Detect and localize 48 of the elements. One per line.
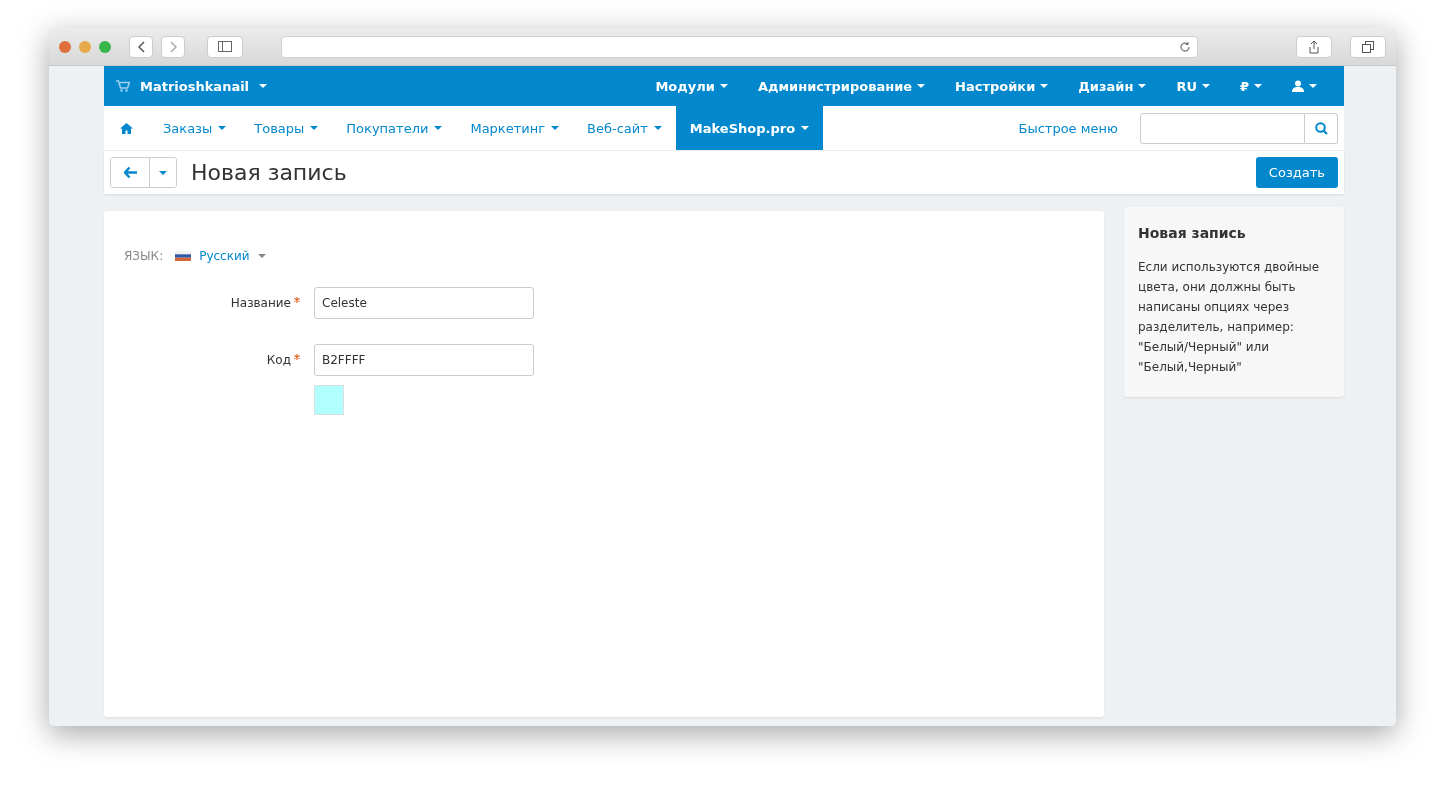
close-icon[interactable] — [59, 40, 71, 53]
top-menu-item[interactable]: ₽ — [1224, 78, 1277, 94]
cart-icon — [116, 80, 130, 92]
input-field[interactable]: B2FFFF — [314, 344, 534, 376]
nav-tab[interactable]: MakeShop.pro — [675, 106, 824, 150]
input-field[interactable]: Celeste — [314, 287, 534, 319]
nav-tab[interactable]: Товары — [240, 106, 333, 150]
back-button[interactable] — [111, 158, 150, 187]
user-icon — [1292, 80, 1304, 92]
top-menu-item[interactable]: Дизайн — [1063, 78, 1162, 94]
top-menu-item[interactable]: Администрирование — [742, 78, 941, 94]
color-swatch — [314, 385, 344, 415]
field-label: Код — [265, 353, 292, 367]
language-label: ЯЗЫК: — [124, 249, 164, 263]
quick-menu-link[interactable]: Быстрое меню — [1018, 120, 1118, 136]
field-label: Название — [229, 296, 292, 310]
nav-tab[interactable]: Покупатели — [332, 106, 457, 150]
tabs-button[interactable] — [1350, 35, 1386, 58]
home-icon — [120, 122, 133, 134]
chevron-right-icon — [169, 40, 177, 53]
chevron-left-icon — [137, 40, 145, 53]
search-button[interactable] — [1305, 112, 1338, 144]
top-menu-item[interactable]: Настройки — [940, 78, 1064, 94]
tabs-icon — [1362, 40, 1374, 53]
back-button[interactable] — [129, 35, 153, 58]
page-title: Новая запись — [191, 160, 347, 185]
search-icon — [1314, 121, 1328, 135]
language-selector[interactable]: Русский — [175, 249, 266, 263]
store-menu[interactable]: Matrioshkanail — [116, 78, 268, 94]
sidebar-icon — [218, 41, 232, 52]
arrow-left-icon — [123, 167, 137, 178]
reload-icon[interactable] — [1179, 40, 1191, 53]
search-field[interactable] — [1140, 112, 1305, 144]
nav-tab[interactable]: Веб-сайт — [573, 106, 676, 150]
help-text: Если используются двойные цвета, они должны быть написаны опциях через разделитель, например: "Белый/Черный" или "Белый,Черный" — [1138, 259, 1321, 376]
nav-tab[interactable]: Маркетинг — [456, 106, 574, 150]
flag-icon — [175, 251, 192, 261]
help-title: Новая запись — [1138, 225, 1247, 241]
top-menu-item[interactable]: RU — [1161, 78, 1225, 94]
share-icon — [1308, 39, 1320, 54]
create-button[interactable]: Создать — [1255, 157, 1338, 188]
share-button[interactable] — [1296, 35, 1332, 58]
minimize-icon[interactable] — [79, 40, 91, 53]
top-menu-item[interactable]: Модули — [640, 78, 743, 94]
forward-button[interactable] — [161, 35, 185, 58]
maximize-icon[interactable] — [99, 40, 111, 53]
sidebar-button[interactable] — [207, 35, 243, 58]
nav-tab[interactable]: Заказы — [149, 106, 241, 150]
